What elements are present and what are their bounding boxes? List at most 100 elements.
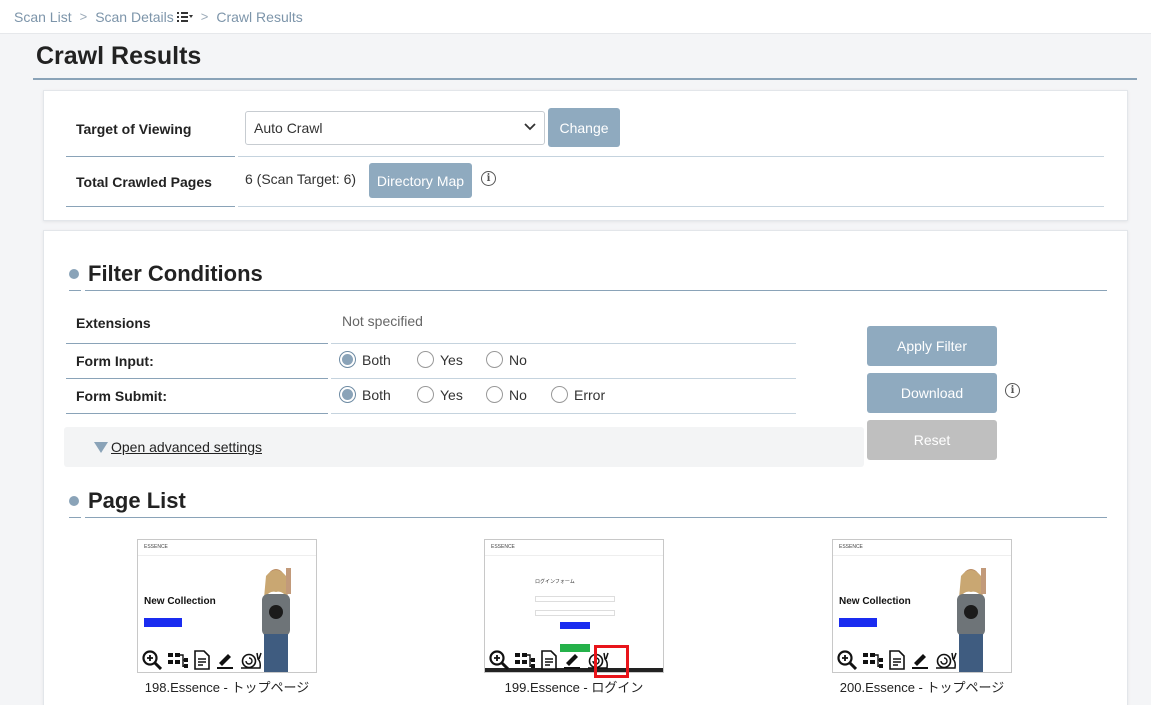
info-icon[interactable]: i	[481, 171, 496, 186]
breadcrumb-crawl-results: Crawl Results	[216, 8, 303, 25]
breadcrumb-separator: >	[200, 9, 209, 24]
edit-icon[interactable]	[563, 651, 581, 669]
target-of-viewing-value: Auto Crawl	[254, 120, 323, 136]
form-submit-no-radio[interactable]: No	[486, 386, 527, 403]
page-thumbnail[interactable]: ESSENCE New Collection	[137, 539, 317, 673]
heading-bullet-icon	[69, 269, 79, 279]
zoom-in-icon[interactable]	[837, 650, 857, 670]
sitemap-icon[interactable]	[168, 651, 188, 669]
row-divider	[331, 378, 796, 379]
document-icon[interactable]	[194, 650, 210, 670]
heading-rule	[69, 517, 81, 518]
page-action-icons	[489, 650, 609, 670]
zoom-in-icon[interactable]	[489, 650, 509, 670]
radio-icon	[486, 351, 503, 368]
heading-rule	[69, 290, 81, 291]
page-action-icons	[837, 650, 957, 670]
form-input-both-radio[interactable]: Both	[339, 351, 391, 368]
row-divider	[331, 413, 796, 414]
radio-label: Error	[574, 386, 606, 403]
snail-icon[interactable]	[935, 651, 957, 669]
thumb-field	[535, 596, 615, 602]
chevron-down-icon	[524, 122, 536, 134]
snail-icon-highlight	[594, 645, 629, 678]
page-title: Crawl Results	[36, 42, 202, 70]
filter-conditions-heading: Filter Conditions	[69, 261, 263, 287]
extensions-value: Not specified	[342, 313, 423, 329]
heading-rule	[85, 517, 1107, 518]
info-icon[interactable]: i	[1005, 383, 1020, 398]
snail-icon[interactable]	[240, 651, 262, 669]
row-divider	[66, 206, 235, 207]
page-thumbnail[interactable]: ESSENCE ログインフォーム	[484, 539, 664, 673]
thumb-header: ESSENCE	[833, 540, 1011, 556]
total-crawled-pages-value: 6 (Scan Target: 6)	[245, 171, 357, 187]
form-input-yes-radio[interactable]: Yes	[417, 351, 463, 368]
form-submit-both-radio[interactable]: Both	[339, 386, 391, 403]
page-caption: 198.Essence - トップページ	[144, 680, 310, 695]
advanced-settings-toggle[interactable]: Open advanced settings	[64, 427, 864, 467]
open-advanced-settings-link[interactable]: Open advanced settings	[111, 439, 262, 455]
row-divider	[66, 413, 328, 414]
breadcrumb-scan-details[interactable]: Scan Details	[95, 9, 174, 25]
target-of-viewing-select[interactable]: Auto Crawl	[245, 111, 545, 145]
page-caption: 200.Essence - トップページ	[839, 680, 1005, 695]
thumb-login-title: ログインフォーム	[535, 579, 575, 585]
reset-button[interactable]: Reset	[867, 420, 997, 460]
radio-label: Both	[362, 386, 391, 403]
heading-rule	[85, 290, 1107, 291]
thumb-hero-title: New Collection	[839, 596, 911, 607]
document-icon[interactable]	[541, 650, 557, 670]
sitemap-icon[interactable]	[863, 651, 883, 669]
breadcrumb: Scan List > Scan Details > Crawl Results	[0, 0, 1151, 34]
edit-icon[interactable]	[216, 651, 234, 669]
list-menu-icon[interactable]	[176, 11, 193, 23]
row-divider	[238, 156, 1104, 157]
thumb-brand: ESSENCE	[144, 544, 168, 550]
form-submit-yes-radio[interactable]: Yes	[417, 386, 463, 403]
apply-filter-button[interactable]: Apply Filter	[867, 326, 997, 366]
target-of-viewing-label: Target of Viewing	[76, 121, 192, 137]
row-divider	[66, 343, 328, 344]
triangle-down-icon	[94, 441, 108, 453]
row-divider	[66, 378, 328, 379]
page-thumbnail[interactable]: ESSENCE New Collection	[832, 539, 1012, 673]
thumb-cta	[144, 618, 182, 627]
radio-selected-icon	[339, 386, 356, 403]
heading-bullet-icon	[69, 496, 79, 506]
radio-label: Yes	[440, 386, 463, 403]
page-action-icons	[142, 650, 262, 670]
filter-conditions-title: Filter Conditions	[88, 261, 263, 286]
thumb-header: ESSENCE	[485, 540, 663, 556]
total-crawled-pages-label: Total Crawled Pages	[76, 174, 212, 190]
directory-map-button[interactable]: Directory Map	[369, 163, 472, 198]
thumb-brand: ESSENCE	[839, 544, 863, 550]
thumb-brand: ESSENCE	[491, 544, 515, 550]
row-divider	[66, 156, 235, 157]
form-submit-label: Form Submit:	[76, 388, 167, 404]
radio-label: Yes	[440, 351, 463, 368]
edit-icon[interactable]	[911, 651, 929, 669]
download-button[interactable]: Download	[867, 373, 997, 413]
breadcrumb-separator: >	[79, 9, 88, 24]
form-submit-error-radio[interactable]: Error	[551, 386, 605, 403]
row-divider	[238, 206, 1104, 207]
radio-icon	[551, 386, 568, 403]
page-list-title: Page List	[88, 488, 186, 513]
radio-selected-icon	[339, 351, 356, 368]
breadcrumb-scan-list[interactable]: Scan List	[14, 9, 72, 25]
row-divider	[331, 343, 796, 344]
change-button[interactable]: Change	[548, 108, 620, 147]
sitemap-icon[interactable]	[515, 651, 535, 669]
form-input-label: Form Input:	[76, 353, 154, 369]
radio-label: No	[509, 351, 527, 368]
document-icon[interactable]	[889, 650, 905, 670]
radio-icon	[486, 386, 503, 403]
thumb-hero-title: New Collection	[144, 596, 216, 607]
thumb-login-button	[560, 622, 590, 629]
extensions-label: Extensions	[76, 315, 151, 331]
thumb-cta	[839, 618, 877, 627]
radio-icon	[417, 386, 434, 403]
form-input-no-radio[interactable]: No	[486, 351, 527, 368]
zoom-in-icon[interactable]	[142, 650, 162, 670]
